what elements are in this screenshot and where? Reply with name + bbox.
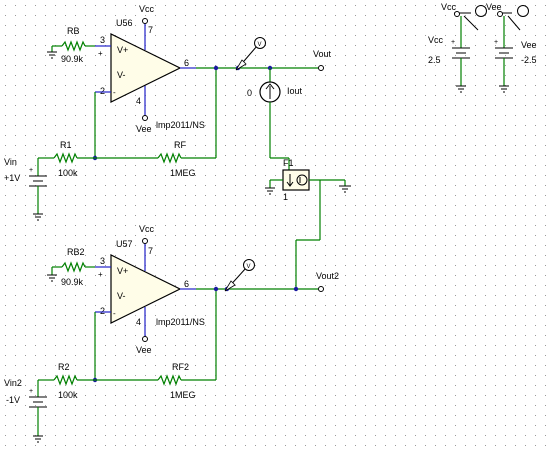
- current-source-iout-value: 0: [247, 88, 252, 98]
- opamp-u57-pin3: 3: [100, 256, 105, 266]
- opamp-u57-vplus-label: V+: [117, 266, 128, 276]
- supply-vee-plus: +: [494, 39, 498, 46]
- source-vin-ref: Vin: [4, 157, 17, 167]
- schematic: V+ V- + - U56 lmp2011/NS 3 2 6 7 4 Vcc V…: [0, 0, 550, 452]
- supply-vcc-probe[interactable]: [475, 5, 487, 17]
- opamp-u57-pin6: 6: [184, 279, 189, 289]
- supply-vee-net-terminal: [497, 11, 503, 17]
- opamp-u57-vee-label: Vee: [136, 345, 152, 355]
- opamp-u56-plus-sign: +: [98, 49, 103, 58]
- resistor-rf2-ref: RF2: [172, 362, 189, 372]
- resistor-rb-ref: RB: [67, 26, 80, 36]
- source-vin-value: +1V: [4, 173, 20, 183]
- resistor-r1-ref: R1: [60, 140, 72, 150]
- opamp-u56-vee-label: Vee: [136, 124, 152, 134]
- junction: [293, 286, 299, 292]
- opamp-u57-vee-terminal: [142, 336, 148, 342]
- current-source-iout-ref: Iout: [287, 86, 303, 96]
- supply-vee-value: -2.5: [521, 55, 537, 65]
- junction: [213, 65, 219, 71]
- supply-vee-net-label: Vee: [486, 2, 502, 12]
- opamp-u57-vcc-label: Vcc: [139, 224, 155, 234]
- vout2-label: Vout2: [316, 271, 339, 281]
- opamp-u56-ref: U56: [116, 18, 133, 28]
- opamp-u57-pin2: 2: [100, 306, 105, 316]
- opamp-u57-ref: U57: [116, 239, 133, 249]
- vout-label: Vout: [313, 49, 332, 59]
- source-vin2-value: -1V: [6, 395, 20, 405]
- resistor-r1-value: 100k: [58, 168, 78, 178]
- opamp-u57-minus-sign: -: [113, 309, 116, 318]
- resistor-rf-ref: RF: [174, 140, 186, 150]
- supply-vee-ref: Vee: [521, 40, 537, 50]
- resistor-rf2-value: 1MEG: [170, 390, 196, 400]
- opamp-u57-pin7: 7: [148, 246, 153, 256]
- resistor-rf-value: 1MEG: [170, 168, 196, 178]
- opamp-u56-pin4: 4: [136, 96, 141, 106]
- cccs-f1-ref: F1: [283, 158, 294, 168]
- opamp-u57-model: lmp2011/NS: [156, 317, 205, 327]
- vout2-terminal[interactable]: [318, 286, 324, 292]
- source-vin2-ref: Vin2: [4, 378, 22, 388]
- opamp-u57-vcc-terminal: [142, 238, 148, 244]
- opamp-u56-model: lmp2011/NS: [156, 120, 205, 130]
- opamp-u56-minus-sign: -: [113, 88, 116, 97]
- cccs-f1[interactable]: [282, 169, 310, 191]
- supply-vcc-net-terminal: [454, 11, 460, 17]
- opamp-u56-vminus-label: V-: [117, 70, 126, 80]
- resistor-rb-value: 90.9k: [61, 54, 84, 64]
- supply-vcc-value: 2.5: [428, 55, 441, 65]
- opamp-u57-pin4: 4: [136, 317, 141, 327]
- supply-vcc-net-label: Vcc: [441, 2, 457, 12]
- opamp-u56-pin3: 3: [100, 35, 105, 45]
- opamp-u56-pin7: 7: [148, 25, 153, 35]
- supply-vcc-plus: +: [451, 39, 455, 46]
- vout-terminal[interactable]: [318, 65, 324, 71]
- junction: [213, 286, 219, 292]
- opamp-u57-plus-sign: +: [98, 270, 103, 279]
- probe-1-label: V: [258, 42, 262, 48]
- opamp-u56-pin6: 6: [184, 58, 189, 68]
- opamp-u56-vee-terminal: [142, 115, 148, 121]
- source-vin2-plus: +: [29, 388, 33, 395]
- resistor-r2-ref: R2: [58, 362, 70, 372]
- supply-vee-probe[interactable]: [517, 5, 529, 17]
- opamp-u56-vcc-label: Vcc: [139, 4, 155, 14]
- probe-2-label: V: [247, 264, 251, 270]
- schematic-canvas: V+ V- + - U56 lmp2011/NS 3 2 6 7 4 Vcc V…: [0, 0, 550, 452]
- supply-vcc-ref: Vcc: [428, 35, 444, 45]
- cccs-f1-gain: 1: [283, 192, 288, 202]
- opamp-u57-vminus-label: V-: [117, 291, 126, 301]
- opamp-u56-vplus-label: V+: [117, 45, 128, 55]
- source-vin-plus: +: [29, 167, 33, 174]
- opamp-u56-pin2: 2: [100, 86, 105, 96]
- resistor-rb2-value: 90.9k: [61, 277, 84, 287]
- resistor-r2-value: 100k: [58, 390, 78, 400]
- resistor-rb2-ref: RB2: [67, 247, 85, 257]
- opamp-u56-vcc-terminal: [142, 18, 148, 24]
